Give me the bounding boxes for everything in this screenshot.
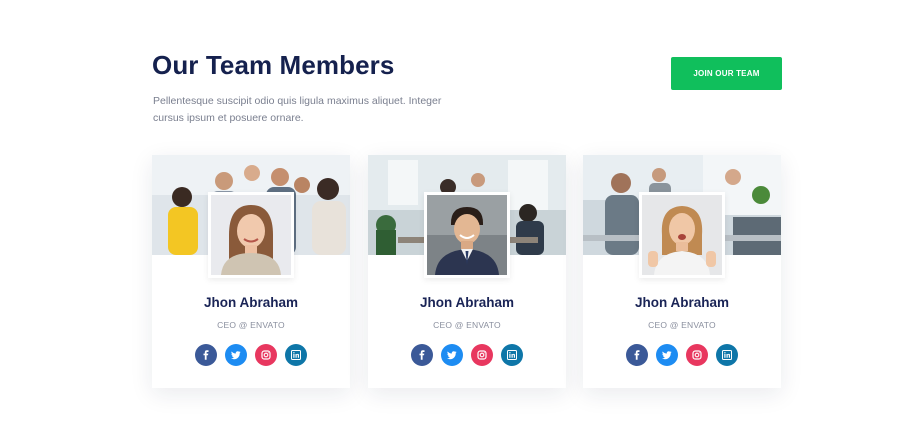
team-card: Jhon Abraham CEO @ ENVATO [152,155,350,388]
member-name: Jhon Abraham [634,295,729,310]
avatar [424,192,510,278]
twitter-icon[interactable] [225,344,247,366]
avatar [639,192,725,278]
instagram-icon[interactable] [686,344,708,366]
avatar [208,192,294,278]
instagram-icon[interactable] [255,344,277,366]
linkedin-icon[interactable] [285,344,307,366]
instagram-icon[interactable] [471,344,493,366]
section-description: Pellentesque suscipit odio quis ligula m… [153,95,442,124]
member-name: Jhon Abraham [419,295,514,310]
social-links [368,344,566,366]
member-name: Jhon Abraham [203,295,298,310]
facebook-icon[interactable] [626,344,648,366]
team-card: Jhon Abraham CEO @ ENVATO [368,155,566,388]
linkedin-icon[interactable] [716,344,738,366]
member-role: CEO @ ENVATO [217,320,285,330]
facebook-icon[interactable] [195,344,217,366]
twitter-icon[interactable] [656,344,678,366]
member-role: CEO @ ENVATO [433,320,501,330]
linkedin-icon[interactable] [501,344,523,366]
section-title: Our Team Members [152,50,395,80]
team-card: Jhon Abraham CEO @ ENVATO [583,155,781,388]
twitter-icon[interactable] [441,344,463,366]
member-role: CEO @ ENVATO [648,320,716,330]
facebook-icon[interactable] [411,344,433,366]
join-team-button[interactable]: JOIN OUR TEAM [671,57,782,90]
social-links [583,344,781,366]
social-links [152,344,350,366]
